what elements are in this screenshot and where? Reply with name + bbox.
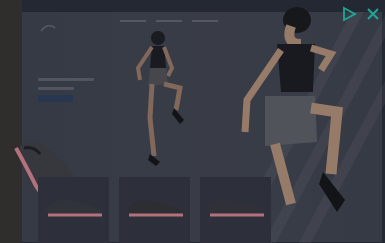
product-card[interactable] xyxy=(119,177,190,243)
athlete-small-image xyxy=(135,31,184,166)
product-card[interactable] xyxy=(38,177,109,243)
product-shoe-image xyxy=(127,200,184,217)
headline-line-1 xyxy=(38,78,94,81)
top-nav xyxy=(120,20,218,22)
nav-item-1[interactable] xyxy=(120,20,146,22)
ad-frame[interactable] xyxy=(0,0,385,243)
shop-now-button[interactable] xyxy=(38,95,73,102)
headline xyxy=(38,78,94,96)
product-shoe-image xyxy=(208,200,265,217)
play-triangle-icon[interactable] xyxy=(341,6,357,22)
ad-controls xyxy=(341,6,381,22)
nav-item-2[interactable] xyxy=(156,20,182,22)
product-row xyxy=(38,177,271,243)
close-icon[interactable] xyxy=(365,6,381,22)
product-card[interactable] xyxy=(200,177,271,243)
headline-line-2 xyxy=(38,87,74,90)
brand-logo-icon xyxy=(40,24,56,32)
product-shoe-image xyxy=(46,200,103,217)
nav-item-3[interactable] xyxy=(192,20,218,22)
